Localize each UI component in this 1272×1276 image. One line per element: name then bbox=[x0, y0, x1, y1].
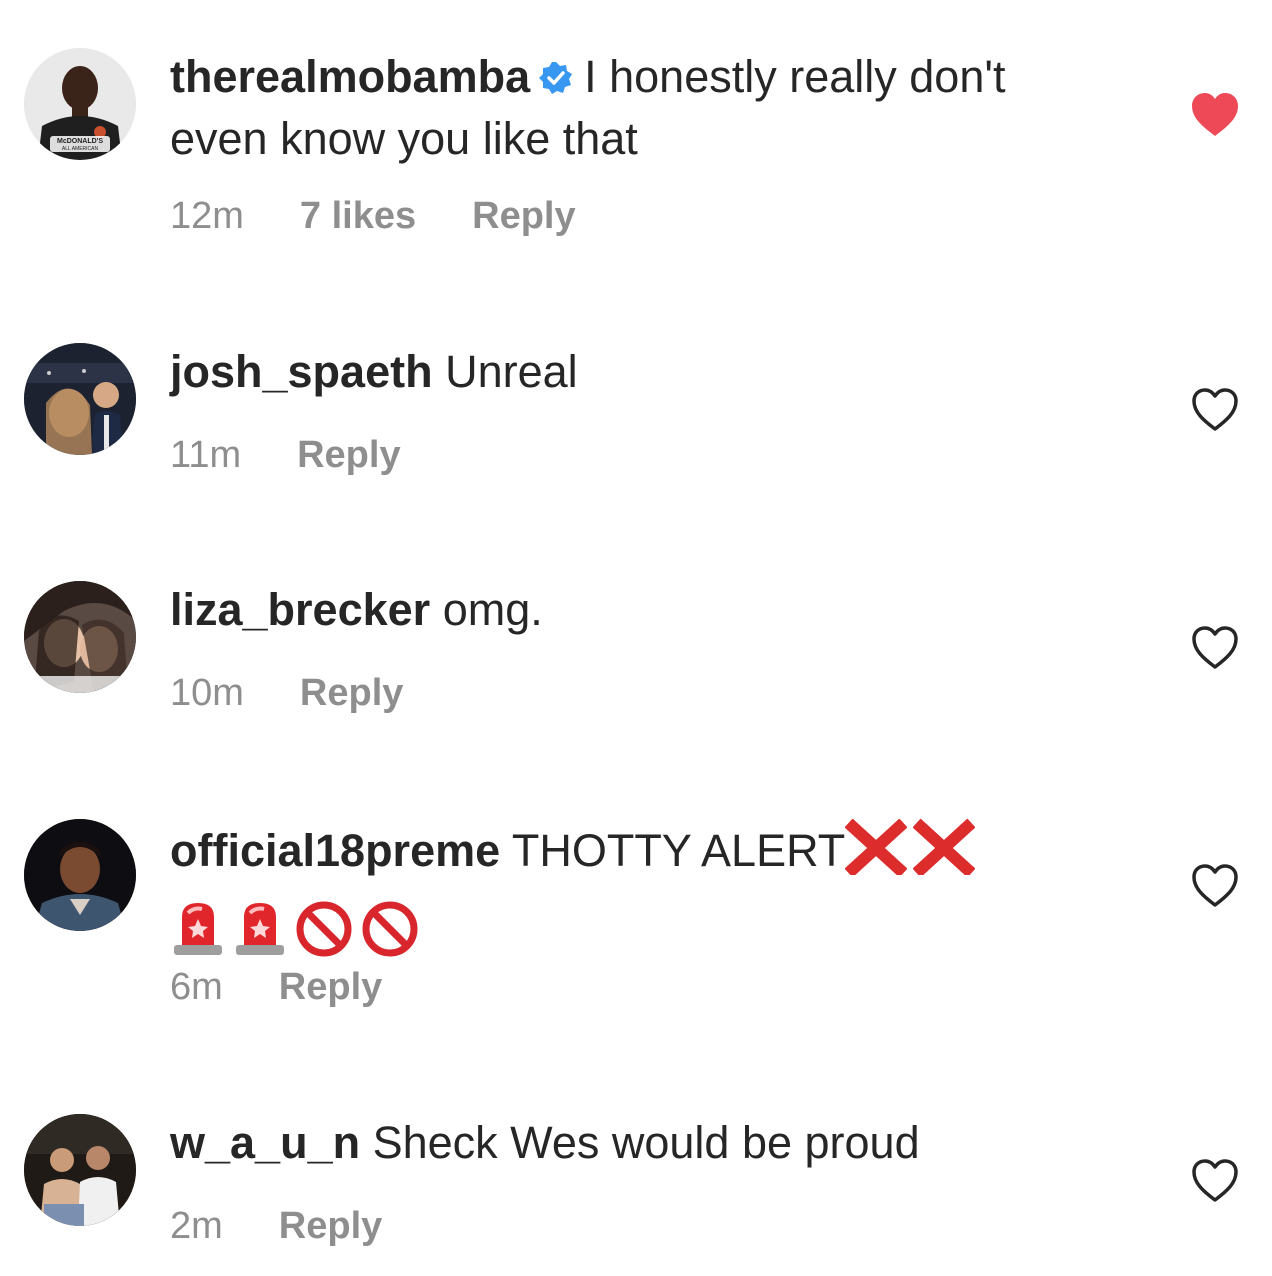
reply-button[interactable]: Reply bbox=[300, 672, 403, 714]
heart-outline-icon[interactable] bbox=[1190, 625, 1240, 671]
comment-likes[interactable]: 7 likes bbox=[300, 195, 416, 237]
comment-body: josh_spaeth Unreal bbox=[170, 343, 1070, 401]
heart-outline-icon[interactable] bbox=[1190, 1158, 1240, 1204]
avatar-image: McDONALD'S ALL AMERICAN bbox=[24, 48, 136, 160]
reply-button[interactable]: Reply bbox=[279, 966, 382, 1008]
comment-username[interactable]: josh_spaeth bbox=[170, 346, 433, 397]
avatar[interactable]: McDONALD'S ALL AMERICAN bbox=[24, 48, 136, 160]
reply-button[interactable]: Reply bbox=[297, 434, 400, 476]
no-entry-icon bbox=[294, 899, 354, 973]
comment-text: Unreal bbox=[445, 346, 578, 397]
no-entry-icon bbox=[360, 899, 420, 973]
comment-meta: 10m Reply bbox=[170, 672, 459, 715]
comment-meta: 12m 7 likes Reply bbox=[170, 195, 632, 238]
comment-text: THOTTY ALERT bbox=[511, 824, 846, 876]
avatar[interactable] bbox=[24, 1114, 136, 1226]
avatar-image bbox=[24, 1114, 136, 1226]
heart-outline-icon[interactable] bbox=[1190, 863, 1240, 909]
comment-body: therealmobamba I honestly really don't ev… bbox=[170, 48, 1070, 168]
comment-text: omg. bbox=[442, 584, 543, 635]
police-light-icon bbox=[170, 897, 226, 975]
comment-time: 10m bbox=[170, 672, 244, 714]
avatar[interactable] bbox=[24, 581, 136, 693]
avatar-badge-line1: McDONALD'S bbox=[57, 138, 103, 145]
comment-time: 6m bbox=[170, 966, 223, 1008]
comment-username[interactable]: therealmobamba bbox=[170, 51, 530, 102]
comment-text: Sheck Wes would be proud bbox=[372, 1117, 920, 1168]
avatar-image bbox=[24, 581, 136, 693]
comment-time: 12m bbox=[170, 195, 244, 237]
comment-time: 2m bbox=[170, 1205, 223, 1247]
comment-username[interactable]: w_a_u_n bbox=[170, 1117, 360, 1168]
reply-button[interactable]: Reply bbox=[472, 195, 575, 237]
cross-mark-icon bbox=[844, 818, 908, 889]
comment-username[interactable]: liza_brecker bbox=[170, 584, 430, 635]
police-light-icon bbox=[232, 897, 288, 975]
heart-outline-icon[interactable] bbox=[1190, 387, 1240, 433]
comment-body: liza_brecker omg. bbox=[170, 581, 1070, 639]
reply-button[interactable]: Reply bbox=[279, 1205, 382, 1247]
avatar[interactable] bbox=[24, 819, 136, 931]
comment-time: 11m bbox=[170, 434, 242, 476]
avatar[interactable] bbox=[24, 343, 136, 455]
comment-body: official18preme THOTTY ALERT bbox=[170, 818, 1070, 975]
comment-username[interactable]: official18preme bbox=[170, 825, 500, 876]
avatar-badge-line2: ALL AMERICAN bbox=[62, 146, 99, 152]
avatar-image bbox=[24, 819, 136, 931]
comment-meta: 6m Reply bbox=[170, 966, 438, 1009]
avatar-image bbox=[24, 343, 136, 455]
cross-mark-icon bbox=[912, 818, 976, 889]
comment-meta: 2m Reply bbox=[170, 1205, 438, 1248]
verified-badge-icon bbox=[538, 52, 574, 110]
comment-meta: 11m Reply bbox=[170, 434, 457, 477]
comment-body: w_a_u_n Sheck Wes would be proud bbox=[170, 1114, 1070, 1172]
heart-filled-icon[interactable] bbox=[1190, 92, 1240, 138]
